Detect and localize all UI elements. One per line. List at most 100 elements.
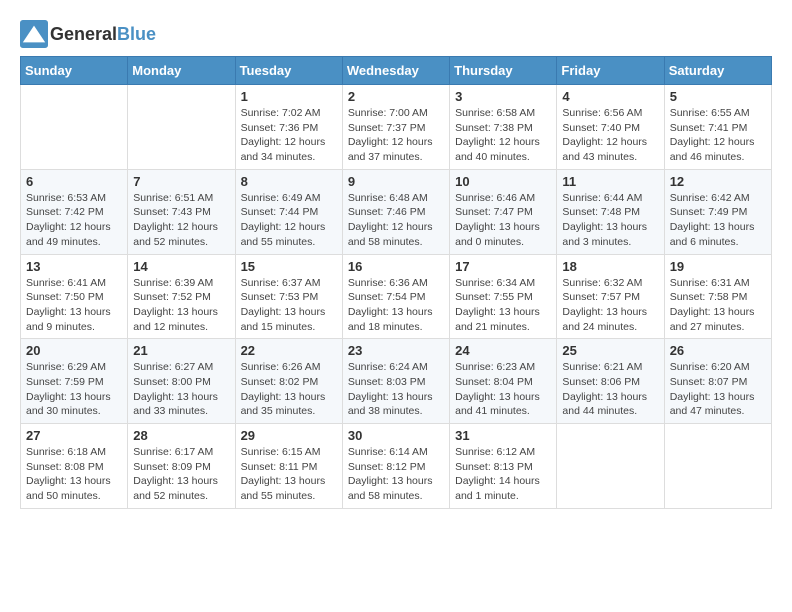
calendar-cell: 21 Sunrise: 6:27 AMSunset: 8:00 PMDayligh… [128,339,235,424]
day-number: 14 [133,259,229,274]
day-info: Sunrise: 6:12 AMSunset: 8:13 PMDaylight:… [455,445,551,504]
calendar-cell: 9 Sunrise: 6:48 AMSunset: 7:46 PMDaylight… [342,169,449,254]
day-number: 18 [562,259,658,274]
calendar-cell: 29Sunrise: 6:15 AMSunset: 8:11 PMDayligh… [235,424,342,509]
calendar-cell: 16 Sunrise: 6:36 AMSunset: 7:54 PMDayligh… [342,254,449,339]
day-number: 8 [241,174,337,189]
day-info: Sunrise: 6:48 AMSunset: 7:46 PMDaylight:… [348,191,444,250]
day-info: Sunrise: 6:53 AMSunset: 7:42 PMDaylight:… [26,191,122,250]
day-number: 27 [26,428,122,443]
calendar-cell [21,85,128,170]
day-number: 28 [133,428,229,443]
calendar-cell: 2Sunrise: 7:00 AMSunset: 7:37 PMDaylight… [342,85,449,170]
calendar-cell: 1 Sunrise: 7:02 AMSunset: 7:36 PMDaylight… [235,85,342,170]
day-info: Sunrise: 6:31 AMSunset: 7:58 PMDaylight:… [670,276,766,335]
day-info: Sunrise: 6:39 AMSunset: 7:52 PMDaylight:… [133,276,229,335]
day-number: 7 [133,174,229,189]
calendar-cell: 3 Sunrise: 6:58 AMSunset: 7:38 PMDaylight… [450,85,557,170]
calendar-cell: 4 Sunrise: 6:56 AMSunset: 7:40 PMDaylight… [557,85,664,170]
calendar-cell: 31 Sunrise: 6:12 AMSunset: 8:13 PMDayligh… [450,424,557,509]
calendar-cell: 6 Sunrise: 6:53 AMSunset: 7:42 PMDaylight… [21,169,128,254]
day-info: Sunrise: 6:34 AMSunset: 7:55 PMDaylight:… [455,276,551,335]
calendar-cell: 25 Sunrise: 6:21 AMSunset: 8:06 PMDayligh… [557,339,664,424]
day-info: Sunrise: 6:24 AMSunset: 8:03 PMDaylight:… [348,360,444,419]
day-info: Sunrise: 6:58 AMSunset: 7:38 PMDaylight:… [455,106,551,165]
day-info: Sunrise: 6:44 AMSunset: 7:48 PMDaylight:… [562,191,658,250]
day-number: 22 [241,343,337,358]
day-info: Sunrise: 6:23 AMSunset: 8:04 PMDaylight:… [455,360,551,419]
weekday-header-monday: Monday [128,57,235,85]
day-number: 11 [562,174,658,189]
calendar-cell: 10 Sunrise: 6:46 AMSunset: 7:47 PMDayligh… [450,169,557,254]
day-info: Sunrise: 6:21 AMSunset: 8:06 PMDaylight:… [562,360,658,419]
day-info: Sunrise: 6:27 AMSunset: 8:00 PMDaylight:… [133,360,229,419]
calendar-cell: 27 Sunrise: 6:18 AMSunset: 8:08 PMDayligh… [21,424,128,509]
calendar-cell: 19 Sunrise: 6:31 AMSunset: 7:58 PMDayligh… [664,254,771,339]
day-info: Sunrise: 6:41 AMSunset: 7:50 PMDaylight:… [26,276,122,335]
day-info: Sunrise: 6:49 AMSunset: 7:44 PMDaylight:… [241,191,337,250]
day-number: 3 [455,89,551,104]
day-number: 12 [670,174,766,189]
day-number: 4 [562,89,658,104]
day-info: Sunrise: 6:42 AMSunset: 7:49 PMDaylight:… [670,191,766,250]
day-info: Sunrise: 6:55 AMSunset: 7:41 PMDaylight:… [670,106,766,165]
calendar-cell: 30 Sunrise: 6:14 AMSunset: 8:12 PMDayligh… [342,424,449,509]
calendar-cell: 11 Sunrise: 6:44 AMSunset: 7:48 PMDayligh… [557,169,664,254]
logo-icon [20,20,48,48]
day-number: 9 [348,174,444,189]
day-number: 17 [455,259,551,274]
day-info: Sunrise: 6:46 AMSunset: 7:47 PMDaylight:… [455,191,551,250]
day-number: 25 [562,343,658,358]
calendar-cell: 26 Sunrise: 6:20 AMSunset: 8:07 PMDayligh… [664,339,771,424]
weekday-header-friday: Friday [557,57,664,85]
calendar-cell [664,424,771,509]
calendar-cell: 5Sunrise: 6:55 AMSunset: 7:41 PMDaylight… [664,85,771,170]
day-info: Sunrise: 6:36 AMSunset: 7:54 PMDaylight:… [348,276,444,335]
day-number: 23 [348,343,444,358]
day-number: 30 [348,428,444,443]
calendar-cell: 7 Sunrise: 6:51 AMSunset: 7:43 PMDaylight… [128,169,235,254]
calendar-cell: 13 Sunrise: 6:41 AMSunset: 7:50 PMDayligh… [21,254,128,339]
logo: GeneralBlue [20,20,156,48]
day-info: Sunrise: 6:26 AMSunset: 8:02 PMDaylight:… [241,360,337,419]
calendar-cell: 22 Sunrise: 6:26 AMSunset: 8:02 PMDayligh… [235,339,342,424]
day-number: 2 [348,89,444,104]
day-number: 15 [241,259,337,274]
calendar-cell [128,85,235,170]
calendar-cell: 17 Sunrise: 6:34 AMSunset: 7:55 PMDayligh… [450,254,557,339]
calendar-cell: 24 Sunrise: 6:23 AMSunset: 8:04 PMDayligh… [450,339,557,424]
calendar-cell: 8 Sunrise: 6:49 AMSunset: 7:44 PMDaylight… [235,169,342,254]
day-number: 13 [26,259,122,274]
calendar-cell: 23 Sunrise: 6:24 AMSunset: 8:03 PMDayligh… [342,339,449,424]
day-info: Sunrise: 6:18 AMSunset: 8:08 PMDaylight:… [26,445,122,504]
day-number: 26 [670,343,766,358]
day-number: 1 [241,89,337,104]
day-number: 16 [348,259,444,274]
calendar-cell: 14 Sunrise: 6:39 AMSunset: 7:52 PMDayligh… [128,254,235,339]
weekday-header-wednesday: Wednesday [342,57,449,85]
weekday-header-thursday: Thursday [450,57,557,85]
day-number: 6 [26,174,122,189]
day-info: Sunrise: 6:37 AMSunset: 7:53 PMDaylight:… [241,276,337,335]
day-info: Sunrise: 6:20 AMSunset: 8:07 PMDaylight:… [670,360,766,419]
page-header: GeneralBlue [20,20,772,48]
weekday-header-saturday: Saturday [664,57,771,85]
day-number: 19 [670,259,766,274]
day-number: 24 [455,343,551,358]
weekday-header-sunday: Sunday [21,57,128,85]
calendar-cell [557,424,664,509]
day-info: Sunrise: 6:32 AMSunset: 7:57 PMDaylight:… [562,276,658,335]
day-info: Sunrise: 7:02 AMSunset: 7:36 PMDaylight:… [241,106,337,165]
day-number: 31 [455,428,551,443]
day-info: Sunrise: 6:15 AMSunset: 8:11 PMDaylight:… [241,445,337,504]
day-info: Sunrise: 6:56 AMSunset: 7:40 PMDaylight:… [562,106,658,165]
day-info: Sunrise: 6:14 AMSunset: 8:12 PMDaylight:… [348,445,444,504]
day-number: 20 [26,343,122,358]
day-number: 10 [455,174,551,189]
day-info: Sunrise: 6:51 AMSunset: 7:43 PMDaylight:… [133,191,229,250]
calendar-cell: 18 Sunrise: 6:32 AMSunset: 7:57 PMDayligh… [557,254,664,339]
day-info: Sunrise: 6:17 AMSunset: 8:09 PMDaylight:… [133,445,229,504]
day-number: 21 [133,343,229,358]
calendar-cell: 12 Sunrise: 6:42 AMSunset: 7:49 PMDayligh… [664,169,771,254]
calendar-cell: 20Sunrise: 6:29 AMSunset: 7:59 PMDayligh… [21,339,128,424]
